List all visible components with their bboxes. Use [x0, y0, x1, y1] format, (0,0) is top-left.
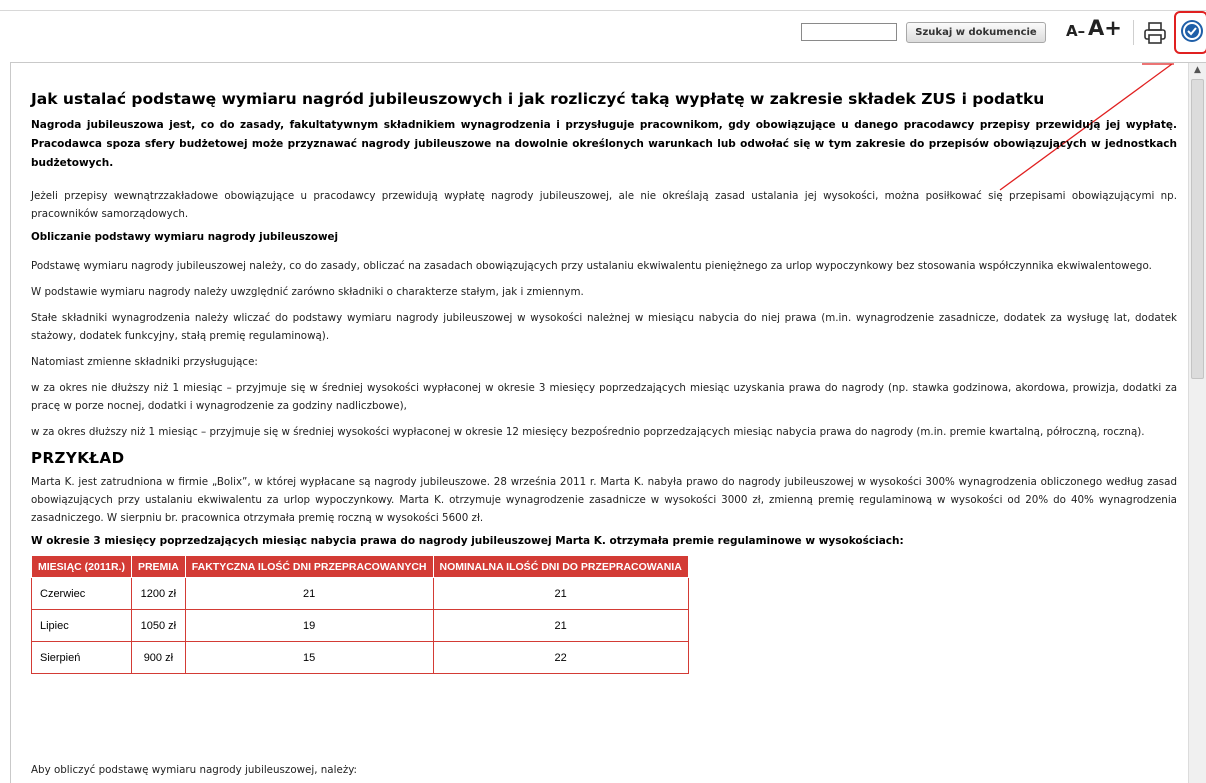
document-title: Jak ustalać podstawę wymiaru nagród jubi… — [31, 90, 1045, 108]
table-row: Sierpień 900 zł 15 22 — [31, 641, 689, 674]
example-heading: PRZYKŁAD — [31, 449, 125, 467]
table-cell: 1050 zł — [130, 609, 186, 642]
paragraph: w za okres dłuższy niż 1 miesiąc – przyj… — [31, 426, 1145, 438]
paragraph: Natomiast zmienne składniki przysługując… — [31, 356, 258, 368]
trailing-paragraph: Aby obliczyć podstawę wymiaru nagrody ju… — [31, 764, 358, 776]
search-input[interactable] — [801, 23, 897, 41]
table-cell: 15 — [184, 641, 434, 674]
table-cell: 22 — [432, 641, 689, 674]
column-header-bonus: PREMIA — [130, 555, 186, 578]
paragraph: w za okres nie dłuższy niż 1 miesiąc – p… — [31, 382, 1177, 412]
paragraph: Stałe składniki wynagrodzenia należy wli… — [31, 312, 1177, 342]
table-row: Lipiec 1050 zł 19 21 — [31, 609, 689, 642]
table-cell: 19 — [184, 609, 434, 642]
table-cell: Lipiec — [31, 609, 132, 642]
help-badge-icon[interactable] — [1180, 19, 1204, 43]
table-row: Czerwiec 1200 zł 21 21 — [31, 577, 689, 610]
table-cell: Sierpień — [31, 641, 132, 674]
document-toolbar: Szukaj w dokumencie A– A+ — [0, 0, 1206, 60]
table-cell: 21 — [184, 577, 434, 610]
table-cell: 1200 zł — [130, 577, 186, 610]
font-increase-button[interactable]: A+ — [1088, 16, 1122, 40]
paragraph: Jeżeli przepisy wewnątrzzakładowe obowią… — [31, 190, 1177, 220]
table-cell: 21 — [432, 609, 689, 642]
lead-paragraph: Nagroda jubileuszowa jest, co do zasady,… — [31, 119, 1177, 169]
example-paragraph: Marta K. jest zatrudniona w firmie „Boli… — [31, 476, 1177, 524]
paragraph: W podstawie wymiaru nagrody należy uwzgl… — [31, 286, 584, 298]
section-heading: Obliczanie podstawy wymiaru nagrody jubi… — [31, 231, 339, 243]
bonus-table: MIESIĄC (2011R.) PREMIA FAKTYCZNA ILOŚĆ … — [31, 555, 689, 674]
scroll-up-icon[interactable]: ▲ — [1192, 65, 1203, 76]
table-cell: Czerwiec — [31, 577, 132, 610]
printer-icon[interactable] — [1142, 20, 1168, 46]
font-decrease-button[interactable]: A– — [1066, 22, 1085, 40]
table-intro: W okresie 3 miesięcy poprzedzających mie… — [31, 535, 904, 547]
table-header-row: MIESIĄC (2011R.) PREMIA FAKTYCZNA ILOŚĆ … — [31, 555, 689, 578]
paragraph: Podstawę wymiaru nagrody jubileuszowej n… — [31, 260, 1152, 272]
table-cell: 21 — [432, 577, 689, 610]
toolbar-top-border — [0, 10, 1206, 11]
document-content: Jak ustalać podstawę wymiaru nagród jubi… — [31, 90, 1177, 674]
scroll-thumb[interactable] — [1191, 79, 1204, 379]
column-header-actual-days: FAKTYCZNA ILOŚĆ DNI PRZEPRACOWANYCH — [184, 555, 434, 578]
column-header-nominal-days: NOMINALNA ILOŚĆ DNI DO PRZEPRACOWANIA — [432, 555, 689, 578]
search-document-button[interactable]: Szukaj w dokumencie — [906, 22, 1046, 43]
toolbar-separator — [1133, 20, 1134, 45]
vertical-scrollbar[interactable]: ▲ — [1188, 63, 1206, 783]
table-cell: 900 zł — [130, 641, 186, 674]
column-header-month: MIESIĄC (2011R.) — [31, 555, 132, 578]
